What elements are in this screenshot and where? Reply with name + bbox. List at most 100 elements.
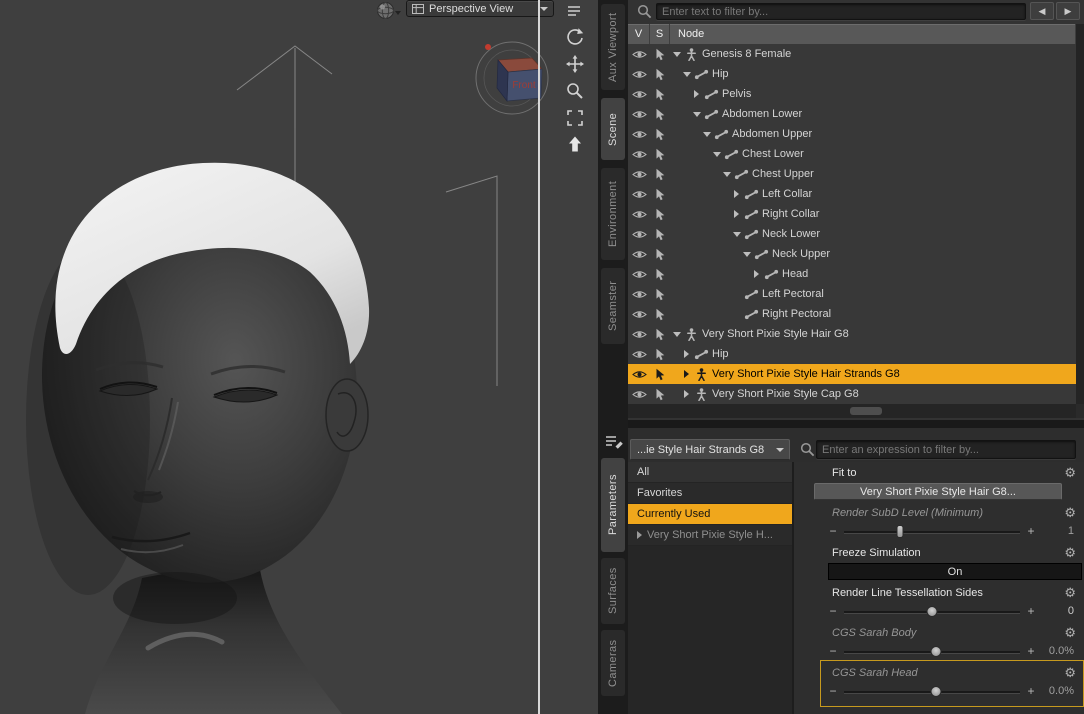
param-group-all[interactable]: All bbox=[628, 462, 792, 483]
camera-globe-icon[interactable] bbox=[376, 1, 396, 21]
dock-tab-cameras[interactable]: Cameras bbox=[601, 630, 625, 696]
scene-node-row-abdomen-upper[interactable]: Abdomen Upper bbox=[628, 124, 1076, 144]
scene-node-row-very-short-pixie-style-cap-g8[interactable]: Very Short Pixie Style Cap G8 bbox=[628, 384, 1076, 404]
viewport-menu-icon[interactable] bbox=[562, 0, 588, 22]
viewport-splitter[interactable] bbox=[538, 0, 540, 714]
parameter-value[interactable]: 1 bbox=[1030, 522, 1074, 540]
visibility-eye-icon[interactable] bbox=[628, 209, 650, 220]
gear-icon[interactable]: ⚙ bbox=[1064, 544, 1076, 561]
visibility-eye-icon[interactable] bbox=[628, 89, 650, 100]
scene-node-row-chest-lower[interactable]: Chest Lower bbox=[628, 144, 1076, 164]
dock-tab-seamster[interactable]: Seamster bbox=[601, 268, 625, 344]
scene-node-row-right-collar[interactable]: Right Collar bbox=[628, 204, 1076, 224]
scrollbar-thumb[interactable] bbox=[850, 407, 882, 415]
scene-node-row-left-collar[interactable]: Left Collar bbox=[628, 184, 1076, 204]
dock-tab-scene[interactable]: Scene bbox=[601, 98, 625, 160]
expand-arrow-icon[interactable] bbox=[680, 350, 693, 358]
scene-node-row-very-short-pixie-style-hair-g8[interactable]: Very Short Pixie Style Hair G8 bbox=[628, 324, 1076, 344]
scene-node-row-neck-upper[interactable]: Neck Upper bbox=[628, 244, 1076, 264]
expand-arrow-icon[interactable] bbox=[750, 270, 763, 278]
selectable-cursor-icon[interactable] bbox=[650, 128, 670, 141]
node-selector-dropdown[interactable]: ...ie Style Hair Strands G8 bbox=[630, 439, 790, 460]
slider-track[interactable] bbox=[844, 525, 1020, 538]
scene-filter-input[interactable] bbox=[656, 3, 1026, 20]
scene-node-row-very-short-pixie-style-hair-strands-g8[interactable]: Very Short Pixie Style Hair Strands G8 bbox=[628, 364, 1076, 384]
zoom-tool-icon[interactable] bbox=[562, 80, 588, 102]
dock-tab-aux-viewport[interactable]: Aux Viewport bbox=[601, 4, 625, 90]
collapse-arrow-icon[interactable] bbox=[730, 232, 743, 237]
slider-decrement-button[interactable]: − bbox=[826, 682, 840, 700]
camera-dropdown-caret-icon[interactable] bbox=[395, 11, 401, 15]
scene-node-row-neck-lower[interactable]: Neck Lower bbox=[628, 224, 1076, 244]
scene-node-row-pelvis[interactable]: Pelvis bbox=[628, 84, 1076, 104]
dock-tab-parameters[interactable]: Parameters bbox=[601, 458, 625, 552]
visibility-eye-icon[interactable] bbox=[628, 269, 650, 280]
slider-track[interactable] bbox=[844, 606, 1020, 617]
dock-tab-surfaces[interactable]: Surfaces bbox=[601, 558, 625, 624]
scene-node-row-genesis-8-female[interactable]: Genesis 8 Female bbox=[628, 44, 1076, 64]
selectable-cursor-icon[interactable] bbox=[650, 348, 670, 361]
param-group-favorites[interactable]: Favorites bbox=[628, 483, 792, 504]
visibility-eye-icon[interactable] bbox=[628, 49, 650, 60]
select-previous-button[interactable]: ◀ bbox=[1030, 2, 1054, 20]
collapse-arrow-icon[interactable] bbox=[700, 132, 713, 137]
slider-handle[interactable] bbox=[930, 686, 942, 697]
column-header-selectable[interactable]: S bbox=[650, 24, 670, 44]
selectable-cursor-icon[interactable] bbox=[650, 228, 670, 241]
visibility-eye-icon[interactable] bbox=[628, 229, 650, 240]
expand-arrow-icon[interactable] bbox=[690, 90, 703, 98]
visibility-eye-icon[interactable] bbox=[628, 129, 650, 140]
collapse-arrow-icon[interactable] bbox=[710, 152, 723, 157]
scene-node-row-abdomen-lower[interactable]: Abdomen Lower bbox=[628, 104, 1076, 124]
visibility-eye-icon[interactable] bbox=[628, 249, 650, 260]
selectable-cursor-icon[interactable] bbox=[650, 328, 670, 341]
selectable-cursor-icon[interactable] bbox=[650, 108, 670, 121]
slider-track[interactable] bbox=[844, 646, 1020, 657]
fit-to-target-button[interactable]: Very Short Pixie Style Hair G8... bbox=[814, 483, 1062, 500]
param-group-very-short-pixie-style-h[interactable]: Very Short Pixie Style H... bbox=[628, 525, 792, 546]
visibility-eye-icon[interactable] bbox=[628, 389, 650, 400]
expand-arrow-icon[interactable] bbox=[637, 531, 642, 539]
scene-node-row-chest-upper[interactable]: Chest Upper bbox=[628, 164, 1076, 184]
scene-node-row-left-pectoral[interactable]: Left Pectoral bbox=[628, 284, 1076, 304]
gear-icon[interactable]: ⚙ bbox=[1064, 584, 1076, 601]
selectable-cursor-icon[interactable] bbox=[650, 68, 670, 81]
scene-node-row-hip[interactable]: Hip bbox=[628, 64, 1076, 84]
visibility-eye-icon[interactable] bbox=[628, 329, 650, 340]
parameter-value[interactable]: 0.0% bbox=[1030, 642, 1074, 660]
slider-handle[interactable] bbox=[896, 525, 904, 538]
visibility-eye-icon[interactable] bbox=[628, 349, 650, 360]
visibility-eye-icon[interactable] bbox=[628, 309, 650, 320]
freeze-simulation-state-button[interactable]: On bbox=[828, 563, 1082, 580]
slider-decrement-button[interactable]: − bbox=[826, 642, 840, 660]
gear-icon[interactable]: ⚙ bbox=[1064, 664, 1076, 681]
visibility-eye-icon[interactable] bbox=[628, 69, 650, 80]
pane-splitter[interactable] bbox=[628, 420, 1084, 428]
visibility-eye-icon[interactable] bbox=[628, 169, 650, 180]
gear-icon[interactable]: ⚙ bbox=[1064, 464, 1076, 481]
collapse-arrow-icon[interactable] bbox=[720, 172, 733, 177]
selectable-cursor-icon[interactable] bbox=[650, 168, 670, 181]
viewport-3d[interactable]: Perspective View Front bbox=[0, 0, 598, 714]
column-header-node[interactable]: Node bbox=[670, 24, 1076, 44]
gear-icon[interactable]: ⚙ bbox=[1064, 504, 1076, 521]
scene-node-row-hip[interactable]: Hip bbox=[628, 344, 1076, 364]
selectable-cursor-icon[interactable] bbox=[650, 288, 670, 301]
selectable-cursor-icon[interactable] bbox=[650, 208, 670, 221]
expand-arrow-icon[interactable] bbox=[730, 190, 743, 198]
pan-tool-icon[interactable] bbox=[562, 53, 588, 75]
parameters-pane-menu-icon[interactable] bbox=[603, 432, 625, 452]
selectable-cursor-icon[interactable] bbox=[650, 188, 670, 201]
selectable-cursor-icon[interactable] bbox=[650, 148, 670, 161]
slider-decrement-button[interactable]: − bbox=[826, 602, 840, 620]
collapse-arrow-icon[interactable] bbox=[670, 52, 683, 57]
aim-tool-icon[interactable] bbox=[562, 133, 588, 155]
slider-track[interactable] bbox=[844, 686, 1020, 697]
collapse-arrow-icon[interactable] bbox=[670, 332, 683, 337]
visibility-eye-icon[interactable] bbox=[628, 289, 650, 300]
visibility-eye-icon[interactable] bbox=[628, 109, 650, 120]
orbit-tool-icon[interactable] bbox=[562, 25, 588, 47]
slider-handle[interactable] bbox=[930, 646, 942, 657]
column-header-visible[interactable]: V bbox=[628, 24, 650, 44]
expand-arrow-icon[interactable] bbox=[680, 390, 693, 398]
